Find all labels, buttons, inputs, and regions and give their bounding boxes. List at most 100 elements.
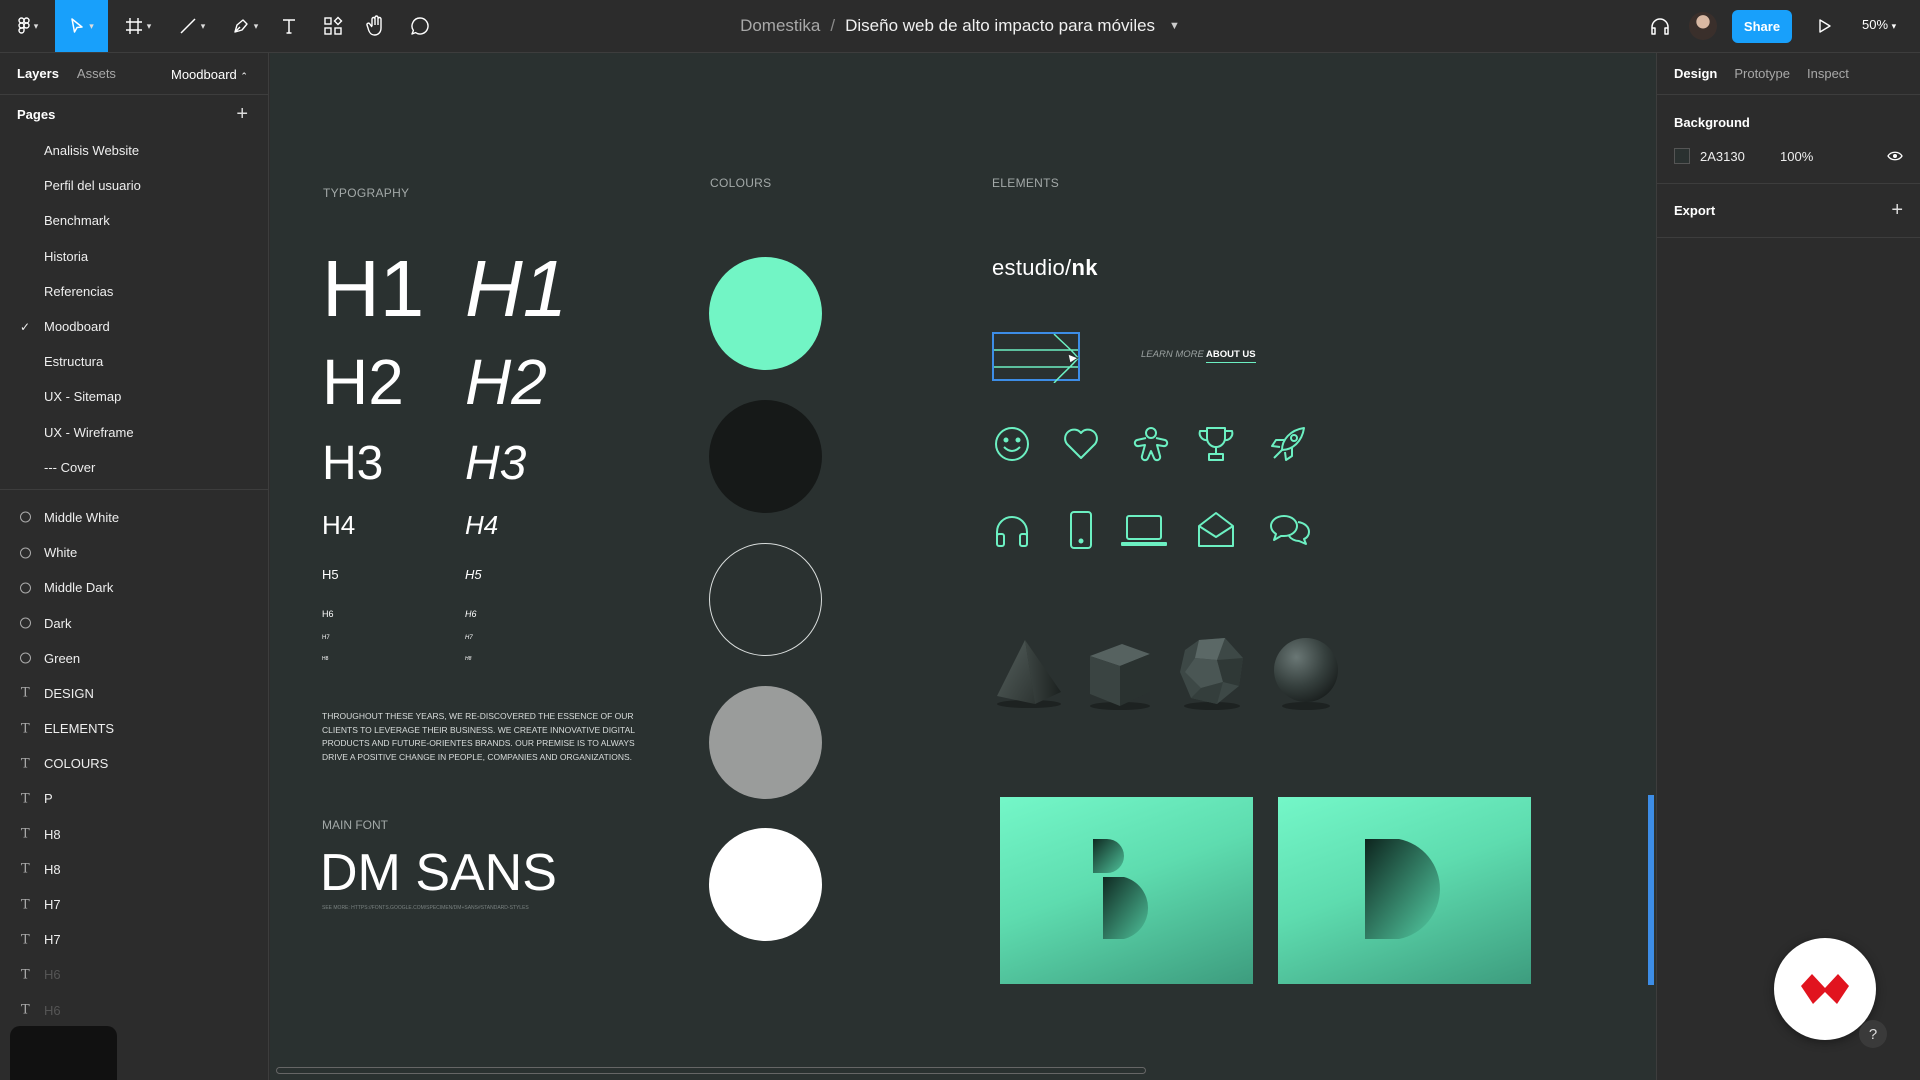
layer-item[interactable]: Dark: [0, 605, 268, 640]
letter-d-tile[interactable]: [1278, 797, 1531, 984]
layer-item[interactable]: T H6: [0, 957, 268, 992]
audio-chat-button[interactable]: [1645, 0, 1675, 52]
main-font-link[interactable]: SEE MORE: HTTPS://FONTS.GOOGLE.COM/SPECI…: [322, 905, 529, 911]
main-font-name[interactable]: DM SANS: [320, 843, 557, 903]
page-item[interactable]: --- Cover: [0, 450, 268, 485]
page-item[interactable]: Historia: [0, 239, 268, 274]
layer-item[interactable]: T COLOURS: [0, 746, 268, 781]
laptop-icon[interactable]: [1121, 510, 1167, 550]
layer-item[interactable]: Middle Dark: [0, 570, 268, 605]
line-tool-button[interactable]: ▾: [172, 0, 212, 52]
page-item[interactable]: UX - Sitemap: [0, 379, 268, 414]
tab-assets[interactable]: Assets: [77, 66, 116, 81]
layer-item[interactable]: T H6: [0, 993, 268, 1028]
figma-menu-button[interactable]: ▾: [10, 0, 46, 52]
rocket-icon[interactable]: [1268, 424, 1308, 464]
layer-item[interactable]: White: [0, 535, 268, 570]
design-canvas[interactable]: TYPOGRAPHY COLOURS ELEMENTS H1 H1 H2 H2 …: [270, 53, 1656, 1080]
mail-open-icon[interactable]: [1196, 510, 1236, 550]
page-item[interactable]: ✓ Moodboard: [0, 309, 268, 344]
headphones-icon[interactable]: [992, 510, 1032, 550]
help-button[interactable]: ?: [1859, 1020, 1887, 1048]
chat-bubbles-icon[interactable]: [1268, 510, 1312, 550]
arrow-button-component[interactable]: [992, 332, 1080, 383]
about-us-link[interactable]: ABOUT US: [1206, 349, 1256, 363]
h5-italic[interactable]: H5: [465, 568, 482, 581]
h1-italic[interactable]: H1: [465, 249, 567, 329]
layer-item[interactable]: T H8: [0, 817, 268, 852]
layer-item[interactable]: T H8: [0, 852, 268, 887]
tab-layers[interactable]: Layers: [17, 66, 59, 81]
horizontal-scrollbar[interactable]: [276, 1067, 1146, 1074]
sphere-shape[interactable]: [1272, 630, 1342, 716]
page-item[interactable]: Benchmark: [0, 203, 268, 238]
h6-italic[interactable]: H6: [465, 610, 477, 619]
layer-item[interactable]: T H7: [0, 922, 268, 957]
page-item[interactable]: Referencias: [0, 274, 268, 309]
background-hex[interactable]: 2A3130: [1700, 149, 1780, 164]
layer-item[interactable]: TP: [0, 781, 268, 816]
tab-inspect[interactable]: Inspect: [1807, 66, 1849, 81]
h8-italic[interactable]: H8: [465, 657, 471, 662]
swatch-green[interactable]: [709, 257, 822, 370]
breadcrumb-team[interactable]: Domestika: [740, 16, 820, 36]
page-item[interactable]: Analisis Website: [0, 133, 268, 168]
add-page-icon[interactable]: +: [236, 103, 248, 126]
eye-icon[interactable]: [1887, 150, 1903, 162]
page-item[interactable]: Perfil del usuario: [0, 168, 268, 203]
smile-icon[interactable]: [992, 424, 1032, 464]
brand-logo[interactable]: estudio/nk: [992, 255, 1098, 281]
page-item[interactable]: Estructura: [0, 344, 268, 379]
h2-regular[interactable]: H2: [322, 350, 404, 414]
polyhedron-shape[interactable]: [1177, 634, 1247, 714]
components-button[interactable]: [320, 0, 346, 52]
paragraph-sample[interactable]: THROUGHOUT THESE YEARS, WE RE-DISCOVERED…: [322, 710, 642, 764]
layer-item[interactable]: T DESIGN: [0, 676, 268, 711]
h7-italic[interactable]: H7: [465, 635, 473, 641]
heart-icon[interactable]: [1061, 424, 1101, 464]
h3-regular[interactable]: H3: [322, 440, 383, 488]
h1-regular[interactable]: H1: [322, 249, 424, 329]
h7-regular[interactable]: H7: [322, 635, 330, 641]
layer-item[interactable]: T H7: [0, 887, 268, 922]
layer-item[interactable]: Green: [0, 641, 268, 676]
h8-regular[interactable]: H8: [322, 657, 328, 662]
trophy-icon[interactable]: [1196, 424, 1236, 464]
h5-regular[interactable]: H5: [322, 568, 339, 581]
swatch-middle-white[interactable]: [709, 686, 822, 799]
background-opacity[interactable]: 100%: [1780, 149, 1813, 164]
current-page-select[interactable]: Moodboard ⌃: [171, 67, 248, 82]
text-tool-button[interactable]: [276, 0, 302, 52]
avatar[interactable]: [1689, 12, 1717, 40]
add-export-icon[interactable]: +: [1891, 199, 1903, 222]
hand-tool-button[interactable]: [363, 0, 389, 52]
cube-shape[interactable]: [1084, 636, 1154, 714]
layer-item[interactable]: T ELEMENTS: [0, 711, 268, 746]
present-button[interactable]: [1812, 0, 1838, 52]
zoom-dropdown[interactable]: 50% ▾: [1862, 17, 1896, 32]
chevron-down-icon[interactable]: ▼: [1169, 20, 1180, 32]
swatch-dark[interactable]: [709, 400, 822, 513]
frame-tool-button[interactable]: ▾: [118, 0, 158, 52]
comment-tool-button[interactable]: [407, 0, 433, 52]
h3-italic[interactable]: H3: [465, 440, 526, 488]
share-button[interactable]: Share: [1732, 10, 1792, 43]
h2-italic[interactable]: H2: [465, 350, 547, 414]
letter-b-tile[interactable]: [1000, 797, 1253, 984]
smartphone-icon[interactable]: [1061, 510, 1101, 550]
layer-item[interactable]: Middle White: [0, 500, 268, 535]
swatch-white[interactable]: [709, 828, 822, 941]
background-fill-row[interactable]: 2A3130 100%: [1674, 146, 1903, 166]
pyramid-shape[interactable]: [991, 634, 1065, 714]
pen-tool-button[interactable]: ▾: [225, 0, 265, 52]
file-name[interactable]: Diseño web de alto impacto para móviles: [845, 16, 1155, 36]
h4-italic[interactable]: H4: [465, 512, 498, 538]
swatch-middle-dark[interactable]: [709, 543, 822, 656]
tab-prototype[interactable]: Prototype: [1734, 66, 1790, 81]
tab-design[interactable]: Design: [1674, 66, 1717, 81]
h6-regular[interactable]: H6: [322, 610, 334, 619]
h4-regular[interactable]: H4: [322, 512, 355, 538]
move-tool-button[interactable]: ▾: [55, 0, 108, 52]
gingerbread-icon[interactable]: [1131, 424, 1171, 464]
background-color-chip[interactable]: [1674, 148, 1690, 164]
